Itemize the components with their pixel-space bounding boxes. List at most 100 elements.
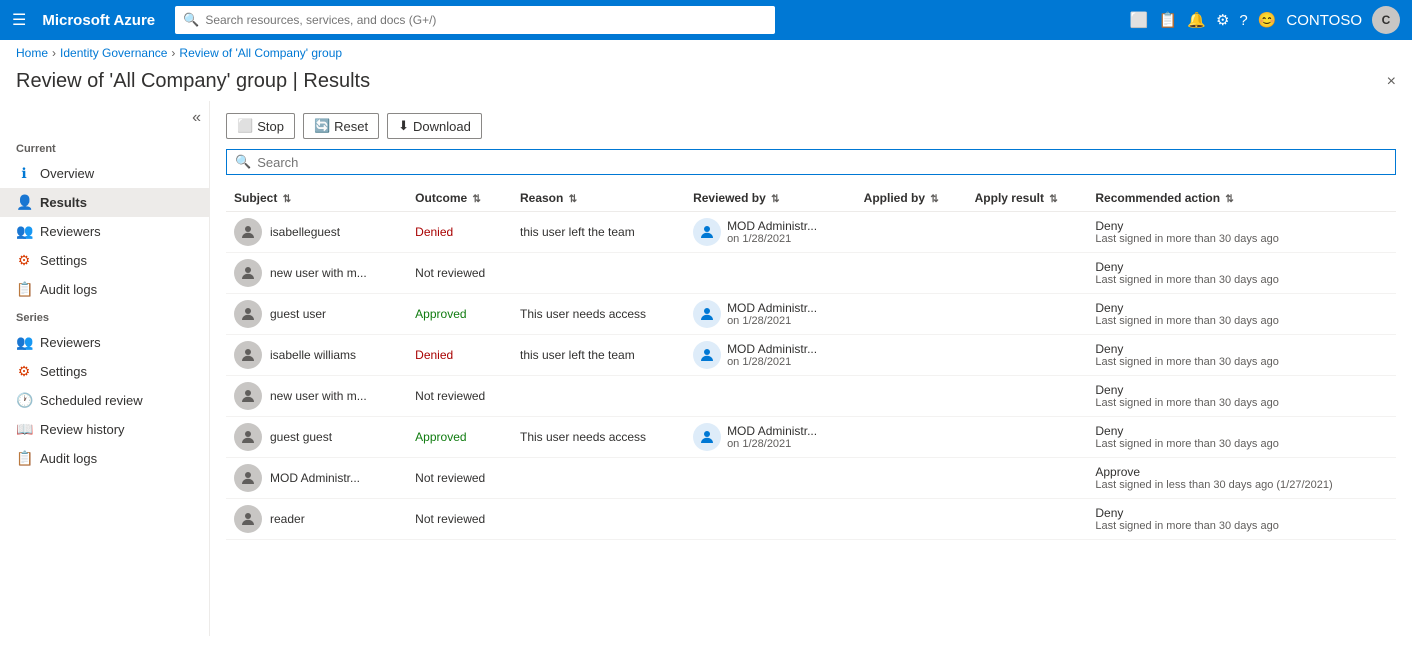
subject-name[interactable]: MOD Administr...: [270, 471, 360, 485]
sidebar-item-overview[interactable]: ℹ Overview: [0, 159, 209, 188]
sidebar-item-series-reviewers[interactable]: 👥 Reviewers: [0, 328, 209, 357]
avatar[interactable]: C: [1372, 6, 1400, 34]
rec-action-sub: Last signed in more than 30 days ago: [1095, 315, 1388, 327]
sidebar-item-review-history[interactable]: 📖 Review history: [0, 415, 209, 444]
subject-name[interactable]: guest guest: [270, 430, 332, 444]
results-search-box[interactable]: 🔍: [226, 149, 1396, 175]
global-search-input[interactable]: [205, 13, 767, 27]
global-search-bar[interactable]: 🔍: [175, 6, 775, 34]
users-icon: 👥: [16, 223, 32, 240]
notification-icon[interactable]: 🔔: [1187, 11, 1206, 29]
breadcrumb-home[interactable]: Home: [16, 46, 48, 60]
subject-sort-icon[interactable]: ⇅: [283, 194, 291, 205]
col-reason[interactable]: Reason ⇅: [512, 185, 685, 212]
col-outcome[interactable]: Outcome ⇅: [407, 185, 512, 212]
stop-button[interactable]: ⬜ Stop: [226, 113, 295, 139]
help-icon[interactable]: ?: [1239, 12, 1247, 29]
subject-name[interactable]: new user with m...: [270, 266, 367, 280]
series-gear-icon: ⚙: [16, 363, 32, 380]
audit-icon: 📋: [16, 281, 32, 298]
reviewer-date: on 1/28/2021: [727, 315, 817, 327]
applied-by-cell: [856, 212, 967, 253]
col-applied-by[interactable]: Applied by ⇅: [856, 185, 967, 212]
results-table: Subject ⇅ Outcome ⇅ Reason ⇅ Reviewed by…: [226, 185, 1396, 540]
applyresult-sort-icon[interactable]: ⇅: [1049, 194, 1057, 205]
subject-name[interactable]: new user with m...: [270, 389, 367, 403]
series-users-icon: 👥: [16, 334, 32, 351]
toolbar: ⬜ Stop 🔄 Reset ⬇ Download: [226, 113, 1396, 139]
applied-by-cell: [856, 335, 967, 376]
subject-name[interactable]: isabelleguest: [270, 225, 340, 239]
sidebar-item-series-settings[interactable]: ⚙ Settings: [0, 357, 209, 386]
sidebar-history-label: Review history: [40, 422, 125, 437]
results-search-input[interactable]: [257, 155, 1387, 170]
recaction-sort-icon[interactable]: ⇅: [1225, 194, 1233, 205]
download-button[interactable]: ⬇ Download: [387, 113, 482, 139]
reviewed-by-cell: MOD Administr... on 1/28/2021: [685, 212, 856, 253]
table-row: isabelleguest Deniedthis user left the t…: [226, 212, 1396, 253]
outcome-cell: Not reviewed: [407, 499, 512, 540]
reviewed-by-cell: [685, 376, 856, 417]
sidebar-item-settings[interactable]: ⚙ Settings: [0, 246, 209, 275]
col-subject[interactable]: Subject ⇅: [226, 185, 407, 212]
sidebar-item-audit-logs-current[interactable]: 📋 Audit logs: [0, 275, 209, 304]
sidebar-item-audit-logs-series[interactable]: 📋 Audit logs: [0, 444, 209, 473]
col-reviewed-by[interactable]: Reviewed by ⇅: [685, 185, 856, 212]
reviewer-date: on 1/28/2021: [727, 356, 817, 368]
recommended-action-cell: Deny Last signed in more than 30 days ag…: [1087, 376, 1396, 417]
breadcrumb-review[interactable]: Review of 'All Company' group: [179, 46, 342, 60]
table-header-row: Subject ⇅ Outcome ⇅ Reason ⇅ Reviewed by…: [226, 185, 1396, 212]
sidebar-item-reviewers[interactable]: 👥 Reviewers: [0, 217, 209, 246]
appliedby-sort-icon[interactable]: ⇅: [930, 194, 938, 205]
reviewer-date: on 1/28/2021: [727, 233, 817, 245]
download-icon: ⬇: [398, 118, 409, 134]
subject-cell: reader: [234, 505, 399, 533]
brand-name: Microsoft Azure: [42, 12, 155, 29]
reviewer-name: MOD Administr...: [727, 219, 817, 233]
sidebar-series-reviewers-label: Reviewers: [40, 335, 101, 350]
reason-cell: [512, 499, 685, 540]
portal-icon[interactable]: ⬜: [1130, 11, 1149, 29]
outcome-value: Denied: [415, 348, 453, 362]
apply-result-cell: [967, 417, 1088, 458]
sidebar-collapse-button[interactable]: «: [0, 109, 209, 135]
reviewer-date: on 1/28/2021: [727, 438, 817, 450]
info-icon: ℹ: [16, 165, 32, 182]
reset-button[interactable]: 🔄 Reset: [303, 113, 379, 139]
sidebar-item-results[interactable]: 👤 Results: [0, 188, 209, 217]
reason-cell: This user needs access: [512, 417, 685, 458]
rec-action-main: Deny: [1095, 219, 1388, 233]
col-apply-result[interactable]: Apply result ⇅: [967, 185, 1088, 212]
sidebar-auditlogs2-label: Audit logs: [40, 451, 97, 466]
apply-result-cell: [967, 335, 1088, 376]
reason-sort-icon[interactable]: ⇅: [569, 194, 577, 205]
outcome-cell: Not reviewed: [407, 458, 512, 499]
close-button[interactable]: ×: [1387, 73, 1396, 91]
reviewer-avatar: [693, 341, 721, 369]
subject-name[interactable]: guest user: [270, 307, 326, 321]
history-icon: 📖: [16, 421, 32, 438]
rec-action-main: Deny: [1095, 342, 1388, 356]
reason-cell: [512, 253, 685, 294]
subject-cell: new user with m...: [234, 259, 399, 287]
feedback-icon[interactable]: 📋: [1159, 11, 1178, 29]
subject-name[interactable]: reader: [270, 512, 305, 526]
reviewer-avatar: [693, 218, 721, 246]
content-area: ⬜ Stop 🔄 Reset ⬇ Download 🔍 Subject: [210, 101, 1412, 636]
settings-icon[interactable]: ⚙: [1216, 11, 1229, 29]
sidebar-item-scheduled-review[interactable]: 🕐 Scheduled review: [0, 386, 209, 415]
reviewer-name: MOD Administr...: [727, 424, 817, 438]
reviewedby-sort-icon[interactable]: ⇅: [771, 194, 779, 205]
smiley-icon[interactable]: 😊: [1258, 11, 1277, 29]
breadcrumb-identity-governance[interactable]: Identity Governance: [60, 46, 167, 60]
user-icon: 👤: [16, 194, 32, 211]
rec-action-main: Approve: [1095, 465, 1388, 479]
outcome-cell: Denied: [407, 212, 512, 253]
reviewer-avatar: [693, 300, 721, 328]
subject-name[interactable]: isabelle williams: [270, 348, 356, 362]
col-recommended-action[interactable]: Recommended action ⇅: [1087, 185, 1396, 212]
rec-action-sub: Last signed in more than 30 days ago: [1095, 397, 1388, 409]
sidebar-results-label: Results: [40, 195, 87, 210]
hamburger-icon[interactable]: ☰: [12, 10, 26, 30]
outcome-sort-icon[interactable]: ⇅: [473, 194, 481, 205]
